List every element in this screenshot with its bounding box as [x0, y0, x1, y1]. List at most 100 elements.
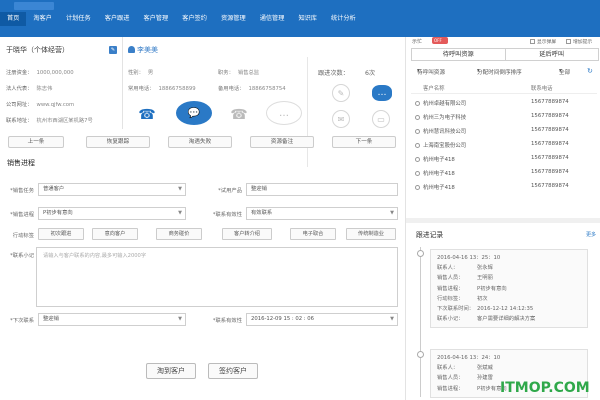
customer-card: 于晓华（个体经营） ✎ 注册资金： 1000,000,000 法人代表： 陈志伟 公… — [0, 37, 123, 129]
chat-icon[interactable]: 💬 — [176, 101, 212, 125]
busy-label: 示忙 — [412, 39, 423, 45]
contact-phone: 常用电话： 18866758899 — [128, 86, 196, 92]
sales-task-select[interactable]: 普通客户 ▼ — [38, 183, 186, 196]
radio-icon[interactable] — [415, 185, 420, 190]
record-line: 联系人： 张永辉 — [437, 265, 493, 272]
top-nav: 首页 淘客户 计划任务 客户跟进 客户管理 客户签约 资源管理 通信管理 知识库… — [0, 0, 600, 37]
prev-button[interactable]: 上一条 — [8, 136, 64, 148]
tab-pending-calls[interactable]: 待呼叫资源 — [411, 48, 506, 61]
resource-note-button[interactable]: 资源备注 — [250, 136, 314, 148]
reminder-option[interactable]: 增加提示 — [566, 38, 592, 45]
nav-item-find-customers[interactable]: 淘客户 — [26, 12, 59, 26]
contact-name: 李美美 — [128, 45, 158, 55]
trial-product-label: *试用产品 — [218, 188, 242, 194]
action-button-row: 上一条 恢复跟踪 淘遇失败 资源备注 下一条 — [0, 136, 405, 149]
table-row[interactable]: 杭州电子418 15677889874 — [411, 155, 597, 168]
contact-validity-select[interactable]: 有效联系 ▼ — [246, 207, 398, 220]
record-line: 下次联系时间： 2016-12-12 14:12:35 — [437, 306, 534, 313]
nav-item-statistics[interactable]: 统计分析 — [324, 12, 363, 26]
next-contact-label: *下次联系 — [10, 318, 34, 324]
record-line: 联系小记： 客户需要详细的解决方案 — [437, 316, 536, 323]
tag-e-commerce[interactable]: 电子取合 — [290, 228, 336, 240]
nav-item-home[interactable]: 首页 — [0, 12, 27, 26]
sms-icon[interactable]: ▭ — [372, 110, 390, 128]
timeline-dot — [417, 351, 424, 358]
refresh-icon[interactable]: ↻ — [587, 67, 593, 75]
table-row[interactable]: 杭州电子418 15677889874 — [411, 169, 597, 182]
app-logo — [14, 2, 54, 10]
filter-bar: 待呼叫资源 ▾ 分配时间倒序排序 ▾ 全部 ▾ ↻ — [411, 67, 600, 78]
resume-tracking-button[interactable]: 恢复跟踪 — [86, 136, 150, 148]
record-line: 行动标签： 初次 — [437, 295, 488, 302]
table-row[interactable]: 杭州电子418 15677889874 — [411, 183, 597, 196]
chat-alt-icon[interactable]: … — [266, 101, 302, 125]
nav-item-follow-up[interactable]: 客户跟进 — [98, 12, 137, 26]
contact-alt-phone: 备用电话： 18866758754 — [218, 86, 286, 92]
customer-field: 联系地址： 杭州市西湖区某机路7号 — [6, 118, 93, 124]
record-time: 2016-04-16 13：24：10 — [437, 355, 501, 361]
sales-progress-select[interactable]: P初步有意向 ▼ — [38, 207, 186, 220]
checkbox-icon[interactable] — [566, 39, 571, 44]
sales-task-label: *销售任务 — [10, 188, 34, 194]
busy-toggle[interactable]: OFF — [432, 37, 448, 44]
radio-icon[interactable] — [415, 143, 420, 148]
filter-sort[interactable]: 分配时间倒序排序 ▾ — [477, 68, 522, 76]
records-title: 跟进记录 — [416, 231, 444, 239]
tag-intent-customer[interactable]: 意向客户 — [92, 228, 138, 240]
radio-icon[interactable] — [415, 115, 420, 120]
table-row[interactable]: 杭州慧讯科技公司 15677889874 — [411, 127, 597, 140]
radio-icon[interactable] — [415, 129, 420, 134]
contact-gender: 性别：男 — [128, 70, 154, 76]
contact-validity-label: *联系有效性 — [212, 212, 242, 218]
customer-field: 公司网址： www.qjfw.com — [6, 102, 75, 108]
sign-customer-button[interactable]: 签约客户 — [208, 363, 258, 379]
nav-item-customer-management[interactable]: 客户管理 — [136, 12, 175, 26]
radio-icon[interactable] — [415, 171, 420, 176]
record-card: 2016-04-16 13：25：10 联系人： 张永辉 销售人员： 王明丽 销售进… — [430, 249, 588, 329]
table-row[interactable]: 上海南宝股份公司 15677889874 — [411, 141, 597, 154]
sales-progress-label: *销售进程 — [10, 212, 34, 218]
table-row[interactable]: 杭州卓越有限公司 15677889874 — [411, 99, 597, 112]
column-customer-name: 客户名称 — [423, 86, 445, 92]
action-tags-label: 行动标签 — [12, 233, 34, 239]
table-header: 客户名称 联系电话 — [411, 84, 597, 94]
tag-first-follow-up[interactable]: 初次跟进 — [38, 228, 84, 240]
checkbox-icon[interactable] — [530, 39, 535, 44]
next-time-label: *联系有效性 — [212, 318, 242, 324]
message-icon[interactable]: … — [372, 85, 392, 101]
tag-traditional-manufacturing[interactable]: 传统制造业 — [346, 228, 396, 240]
call-alt-phone-icon[interactable]: ☎ — [222, 101, 256, 129]
note-edit-icon[interactable]: ✎ — [332, 84, 350, 102]
person-icon — [128, 46, 135, 53]
nav-item-knowledge-base[interactable]: 知识库 — [291, 12, 324, 26]
tag-referral[interactable]: 客户转介绍 — [222, 228, 272, 240]
radio-icon[interactable] — [415, 101, 420, 106]
filter-resource[interactable]: 待呼叫资源 ▾ — [417, 68, 445, 76]
left-pane: 于晓华（个体经营） ✎ 注册资金： 1000,000,000 法人代表： 陈志伟 公… — [0, 37, 405, 400]
next-contact-select[interactable]: 整迎销 ▼ — [38, 313, 186, 326]
mail-icon[interactable]: ✉ — [332, 110, 350, 128]
find-customer-button[interactable]: 淘到客户 — [146, 363, 196, 379]
tag-business-quote[interactable]: 商务碰价 — [156, 228, 202, 240]
nav-item-plans[interactable]: 计划任务 — [59, 12, 98, 26]
next-time-picker[interactable]: 2016-12-09 15 : 02 : 06 ▼ — [246, 313, 398, 326]
mark-failed-button[interactable]: 淘遇失败 — [168, 136, 232, 148]
table-row[interactable]: 杭州三为电子科技 15677889874 — [411, 113, 597, 126]
note-label: *联系小记 — [10, 253, 34, 259]
edit-icon[interactable]: ✎ — [109, 46, 117, 54]
nav-item-contracts[interactable]: 客户签约 — [175, 12, 214, 26]
tab-delayed-calls[interactable]: 延后呼叫 — [505, 48, 599, 61]
trial-product-select[interactable]: 整迎销 — [246, 183, 398, 196]
next-button[interactable]: 下一条 — [332, 136, 396, 148]
note-textarea[interactable]: 请输入与客户联系的内容,最多可输入2000字 — [36, 247, 398, 307]
nav-items: 首页 淘客户 计划任务 客户跟进 客户管理 客户签约 资源管理 通信管理 知识库… — [0, 12, 363, 26]
call-phone-icon[interactable]: ☎ — [130, 101, 164, 129]
records-more-link[interactable]: 更多 — [586, 231, 596, 238]
popup-option[interactable]: 显示弹屏 — [530, 38, 556, 45]
section-separator — [406, 218, 600, 223]
column-phone: 联系电话 — [531, 86, 553, 92]
radio-icon[interactable] — [415, 157, 420, 162]
nav-item-communication[interactable]: 通信管理 — [253, 12, 292, 26]
nav-item-resources[interactable]: 资源管理 — [214, 12, 253, 26]
filter-scope[interactable]: 全部 ▾ — [559, 68, 570, 76]
